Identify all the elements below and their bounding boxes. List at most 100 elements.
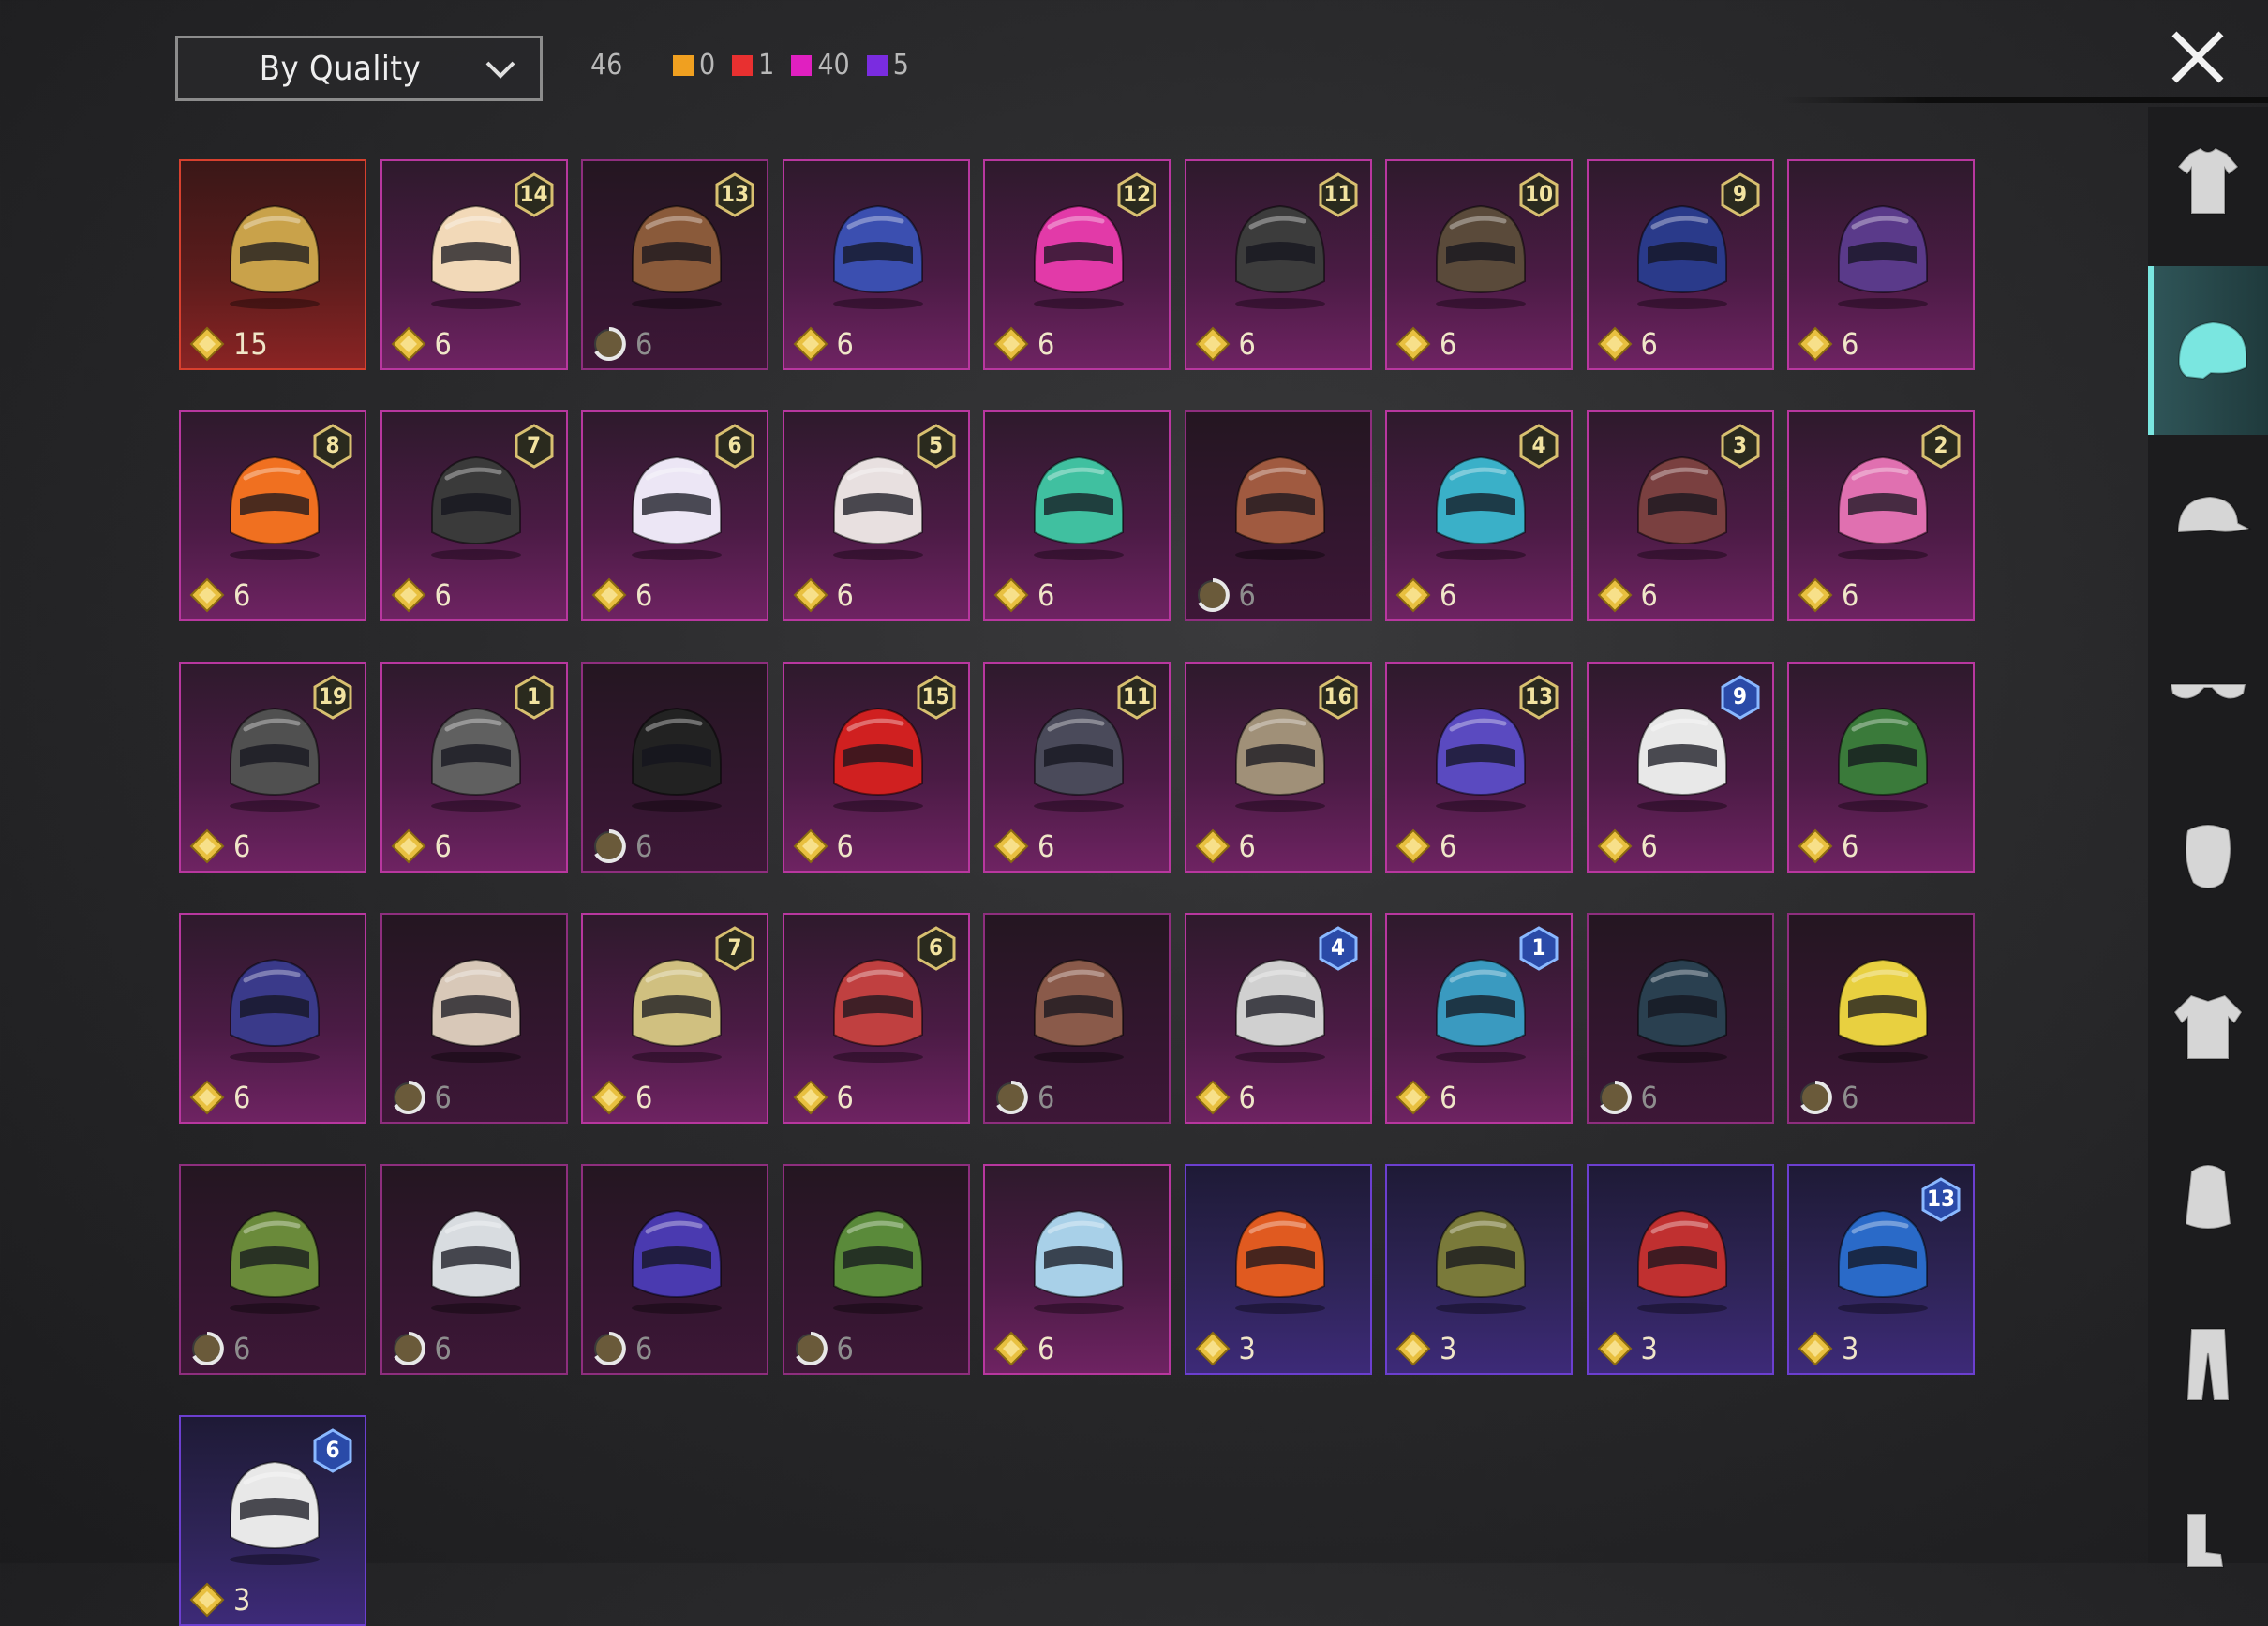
item-price: 6 (590, 325, 652, 363)
sidebar-item-pants[interactable] (2148, 1278, 2268, 1447)
helmet-item-tile[interactable]: 86 (179, 410, 366, 621)
helmet-item-tile[interactable]: 66 (782, 913, 970, 1124)
loading-coin-icon (1197, 578, 1230, 612)
coin-icon (1597, 1331, 1632, 1366)
helmet-item-tile[interactable]: 16 6 (1184, 662, 1372, 873)
sort-dropdown[interactable]: By Quality (175, 36, 543, 101)
loading-coin-icon (1800, 1081, 1832, 1114)
helmet-item-tile[interactable]: 6 (782, 159, 970, 370)
helmet-item-tile[interactable]: 10 6 (1385, 159, 1573, 370)
helmet-item-tile[interactable]: 15 (179, 159, 366, 370)
helmet-item-tile[interactable]: 6 (983, 410, 1171, 621)
close-icon[interactable] (2165, 24, 2231, 90)
item-price-value: 6 (1842, 1080, 1859, 1115)
sidebar-item-cap[interactable] (2148, 435, 2268, 604)
level-badge: 10 (1518, 172, 1559, 217)
item-price: 6 (390, 576, 452, 614)
loading-coin-icon (795, 1332, 828, 1365)
item-price-value: 6 (233, 577, 251, 613)
helmet-item-tile[interactable]: 6 (179, 913, 366, 1124)
shirt-icon (2176, 146, 2240, 215)
helmet-icon (1838, 204, 1928, 309)
helmet-item-tile[interactable]: 96 (1586, 159, 1774, 370)
level-badge-value: 13 (720, 181, 750, 207)
loading-coin-icon (594, 1332, 626, 1365)
helmet-item-tile[interactable]: 6 (380, 1164, 568, 1375)
coin-icon (1798, 326, 1833, 362)
coin-icon (1798, 577, 1833, 613)
level-badge: 19 (312, 675, 353, 720)
item-price: 6 (590, 1079, 652, 1116)
helmet-item-tile[interactable]: 76 (581, 913, 768, 1124)
helmet-item-tile[interactable]: 6 (581, 1164, 768, 1375)
sidebar-item-jacket[interactable] (2148, 941, 2268, 1110)
quality-swatch (866, 54, 888, 76)
item-price: 6 (590, 576, 652, 614)
item-price-value: 6 (1037, 326, 1055, 362)
item-price: 6 (188, 576, 250, 614)
sidebar-item-mask[interactable] (2148, 772, 2268, 941)
loading-coin-icon (393, 1332, 425, 1365)
level-badge-value: 10 (1524, 181, 1554, 207)
helmet-item-tile[interactable]: 96 (1586, 662, 1774, 873)
item-price: 6 (188, 828, 250, 865)
helmet-item-tile[interactable]: 11 6 (1184, 159, 1372, 370)
helmet-item-tile[interactable]: 3 (1184, 1164, 1372, 1375)
helmet-item-tile[interactable]: 6 (179, 1164, 366, 1375)
helmet-item-tile[interactable]: 14 6 (380, 159, 568, 370)
helmet-icon (230, 1209, 320, 1314)
helmet-icon (1838, 958, 1928, 1063)
helmet-item-tile[interactable]: 19 6 (179, 662, 366, 873)
item-price-value: 6 (836, 326, 854, 362)
helmet-item-tile[interactable]: 13 6 (581, 159, 768, 370)
coin-icon (1395, 1331, 1431, 1366)
total-count: 46 (590, 49, 623, 82)
helmet-item-tile[interactable]: 13 3 (1787, 1164, 1975, 1375)
item-price: 6 (1797, 1079, 1858, 1116)
item-price-value: 6 (635, 326, 653, 362)
helmet-item-tile[interactable]: 11 6 (983, 662, 1171, 873)
item-price: 6 (1194, 828, 1256, 865)
sidebar-item-glasses[interactable] (2148, 604, 2268, 772)
helmet-item-tile[interactable]: 26 (1787, 410, 1975, 621)
helmet-item-tile[interactable]: 6 (380, 913, 568, 1124)
helmet-item-tile[interactable]: 46 (1385, 410, 1573, 621)
coin-icon (1195, 1331, 1230, 1366)
item-price-value: 3 (1842, 1331, 1859, 1366)
helmet-item-tile[interactable]: 16 (1385, 913, 1573, 1124)
helmet-item-tile[interactable]: 6 (581, 662, 768, 873)
sidebar-item-backpack[interactable] (2148, 1110, 2268, 1278)
helmet-item-tile[interactable]: 36 (1586, 410, 1774, 621)
helmet-item-tile[interactable]: 12 6 (983, 159, 1171, 370)
item-price: 6 (1596, 1079, 1658, 1116)
helmet-item-tile[interactable]: 3 (1385, 1164, 1573, 1375)
item-price-value: 6 (635, 828, 653, 864)
helmet-icon (832, 204, 923, 309)
item-price-value: 6 (1640, 577, 1658, 613)
item-price-value: 6 (836, 1080, 854, 1115)
sidebar-item-shirt[interactable] (2148, 97, 2268, 266)
helmet-item-tile[interactable]: 6 (1787, 913, 1975, 1124)
helmet-item-tile[interactable]: 6 (1787, 662, 1975, 873)
helmet-item-tile[interactable]: 6 (1586, 913, 1774, 1124)
category-sidebar (2148, 107, 2268, 1568)
helmet-item-tile[interactable]: 16 (380, 662, 568, 873)
helmet-item-tile[interactable]: 76 (380, 410, 568, 621)
helmet-item-tile[interactable]: 66 (581, 410, 768, 621)
item-price: 6 (792, 1330, 854, 1367)
helmet-item-tile[interactable]: 46 (1184, 913, 1372, 1124)
helmet-item-tile[interactable]: 15 6 (782, 662, 970, 873)
helmet-item-tile[interactable]: 6 (983, 913, 1171, 1124)
level-badge-value: 9 (1732, 181, 1748, 207)
helmet-item-tile[interactable]: 3 (1586, 1164, 1774, 1375)
sidebar-item-helmet[interactable] (2148, 266, 2268, 435)
helmet-item-tile[interactable]: 63 (179, 1415, 366, 1626)
level-badge-value: 6 (727, 432, 742, 458)
helmet-item-tile[interactable]: 6 (983, 1164, 1171, 1375)
sidebar-item-boots[interactable] (2148, 1447, 2268, 1616)
helmet-item-tile[interactable]: 6 (782, 1164, 970, 1375)
helmet-item-tile[interactable]: 56 (782, 410, 970, 621)
helmet-item-tile[interactable]: 6 (1184, 410, 1372, 621)
helmet-item-tile[interactable]: 13 6 (1385, 662, 1573, 873)
helmet-item-tile[interactable]: 6 (1787, 159, 1975, 370)
